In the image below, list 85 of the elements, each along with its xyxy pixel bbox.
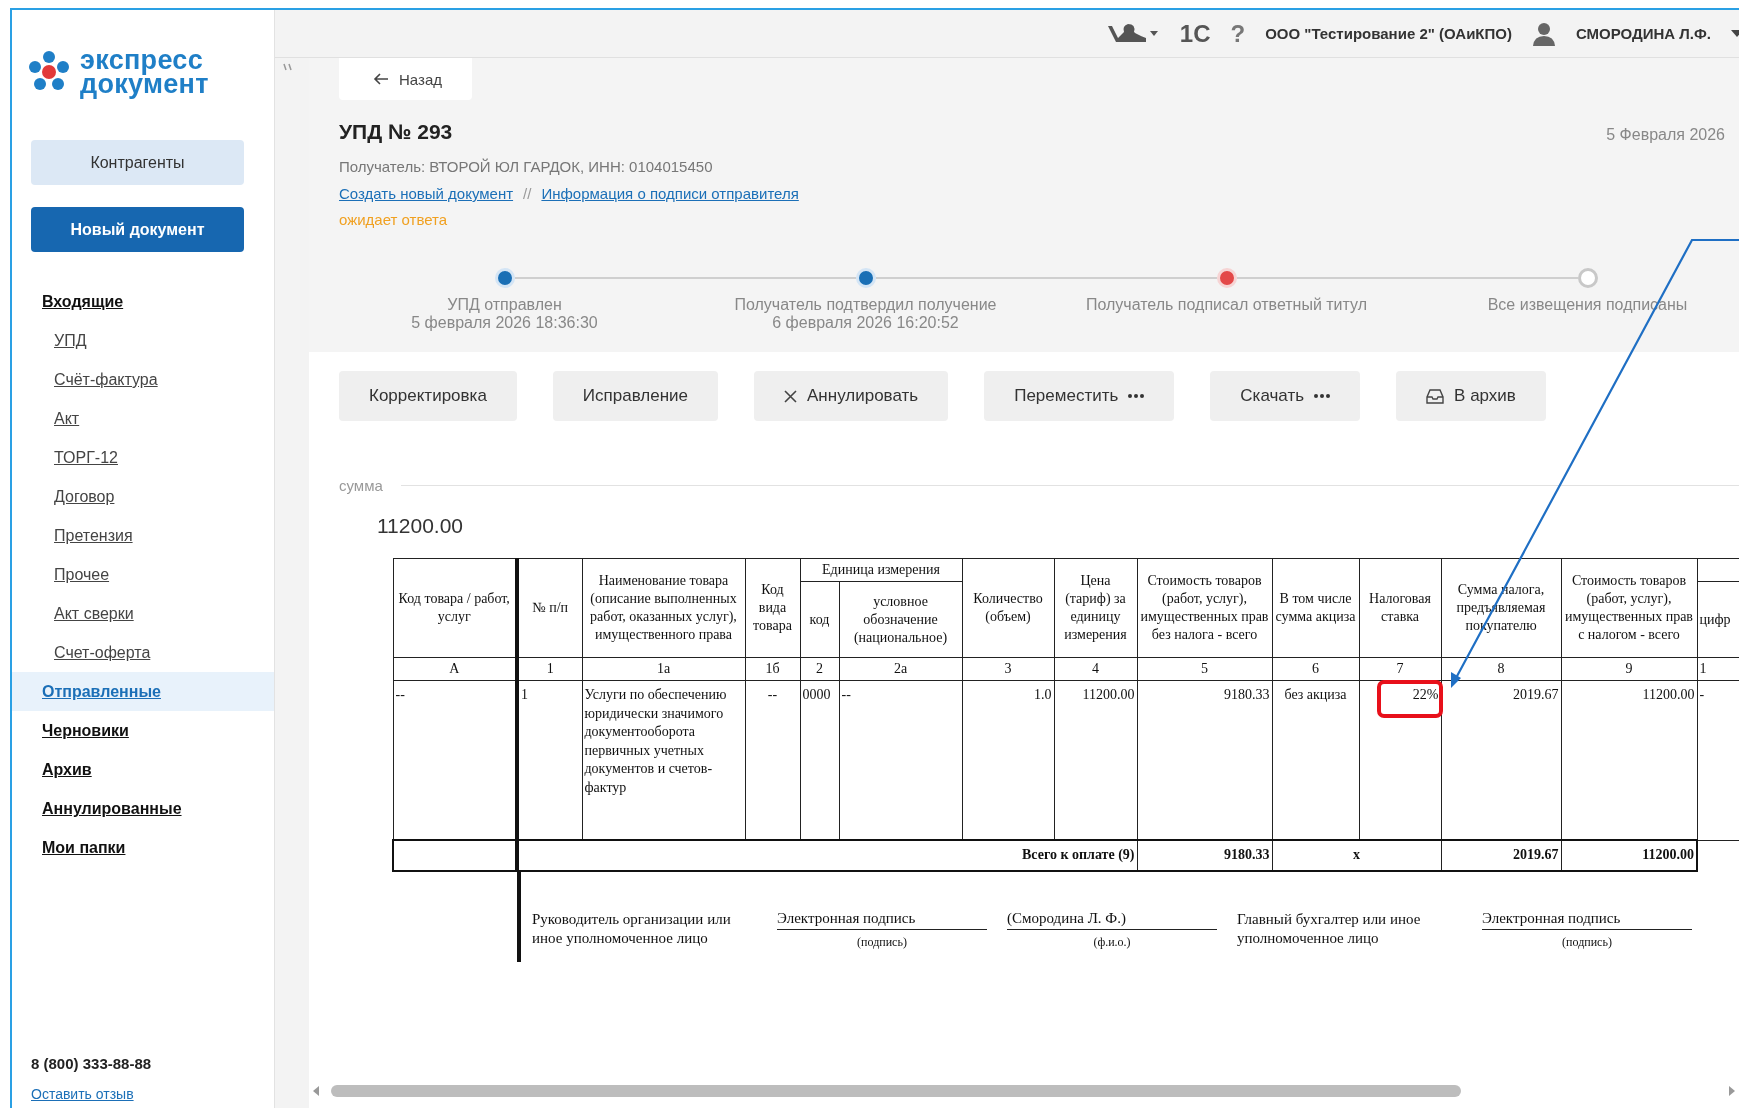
- column-number: 6: [1272, 657, 1359, 681]
- document-date: 5 Февраля 2026: [1606, 126, 1725, 144]
- sidebar-item[interactable]: Акт: [12, 399, 274, 438]
- action-button[interactable]: Аннулировать: [754, 371, 949, 421]
- signature-info-link[interactable]: Информация о подписи отправителя: [541, 185, 799, 202]
- table-header: Стоимость товаров (работ, услуг), имущественных прав с налогом - всего: [1561, 558, 1697, 658]
- sidebar-item[interactable]: Входящие: [12, 282, 274, 321]
- document-title: УПД № 293: [339, 120, 453, 144]
- signature-caption: (подпись): [1562, 934, 1612, 950]
- help-icon[interactable]: ?: [1230, 19, 1246, 48]
- column-number: 9: [1561, 657, 1697, 681]
- table-cell: 2019.67: [1441, 840, 1561, 871]
- phone-number: 8 (800) 333-88-88: [30, 1055, 153, 1072]
- step-label: Получатель подписал ответный титул: [1085, 296, 1368, 314]
- signature-value: Электронная подпись: [1482, 909, 1692, 930]
- signer-role: Руководитель организации или иное уполномоченное лицо: [532, 909, 732, 948]
- signer-name: (Смородина Л. Ф.): [1007, 909, 1217, 930]
- feedback-link[interactable]: Оставить отзыв: [12, 1072, 274, 1108]
- column-number: 7: [1359, 657, 1441, 681]
- action-button[interactable]: Исправление: [552, 371, 719, 421]
- step-label: УПД отправлен: [447, 296, 562, 314]
- step-date: 6 февраля 2026 16:20:52: [772, 314, 959, 332]
- column-number: 1а: [582, 657, 745, 681]
- signature-caption: (подпись): [857, 934, 907, 950]
- column-number: А: [393, 657, 517, 681]
- column-number: 4: [1054, 657, 1137, 681]
- sidebar-item[interactable]: ТОРГ-12: [12, 438, 274, 477]
- organization-name[interactable]: ООО "Тестирование 2" (ОАиКПО): [1265, 25, 1512, 42]
- total-label: Всего к оплате (9): [517, 840, 1137, 871]
- table-header: Единица измерения: [800, 558, 962, 582]
- recipient-text: Получатель: ВТОРОЙ ЮЛ ГАРДОК, ИНН: 0104015450: [339, 158, 714, 175]
- table-cell: --: [839, 680, 962, 840]
- column-number: 1б: [745, 657, 800, 681]
- sidebar-item[interactable]: УПД: [12, 321, 274, 360]
- back-button[interactable]: Назад: [339, 58, 472, 100]
- table-header: В том числе сумма акциза: [1272, 558, 1359, 658]
- table-cell: 1: [517, 680, 582, 840]
- table-cell: 9180.33: [1137, 840, 1272, 871]
- create-document-link[interactable]: Создать новый документ: [339, 185, 514, 202]
- sidebar-item[interactable]: Счёт-фактура: [12, 360, 274, 399]
- sidebar-item[interactable]: Прочее: [12, 555, 274, 594]
- sidebar-item[interactable]: Акт сверки: [12, 594, 274, 633]
- sidebar-item[interactable]: Аннулированные: [12, 789, 274, 828]
- new-document-button[interactable]: Новый документ: [31, 207, 244, 252]
- signer-role: Главный бухгалтер или иное уполномоченное лицо: [1237, 909, 1422, 948]
- step-label: Получатель подтвердил получение: [734, 296, 997, 314]
- sidebar-item[interactable]: Отправленные: [12, 672, 274, 711]
- step-date: 5 февраля 2026 18:36:30: [411, 314, 598, 332]
- column-number: 5: [1137, 657, 1272, 681]
- table-header: Наименование товара (описание выполненных работ, оказанных услуг), имущественного права: [582, 558, 745, 658]
- link-separator: //: [523, 185, 532, 202]
- sidebar-item[interactable]: Договор: [12, 477, 274, 516]
- contractors-button[interactable]: Контрагенты: [31, 140, 244, 185]
- table-cell: 11200.00: [1561, 840, 1697, 871]
- action-button[interactable]: Скачать: [1210, 371, 1361, 421]
- column-number: 1: [517, 657, 582, 681]
- sidebar-item[interactable]: Черновики: [12, 711, 274, 750]
- sidebar-item[interactable]: Счет-оферта: [12, 633, 274, 672]
- action-button[interactable]: Корректировка: [339, 371, 517, 421]
- sidebar-item[interactable]: Претензия: [12, 516, 274, 555]
- table-header: Количество (объем): [962, 558, 1054, 658]
- table-header: Код товара / работ, услуг: [393, 558, 517, 658]
- table-header: Стоимость товаров (работ, услуг), имущественных прав без налога - всего: [1137, 558, 1272, 658]
- sum-value: 11200.00: [377, 514, 465, 538]
- column-number: 2: [800, 657, 839, 681]
- table-cell: x: [1272, 840, 1441, 871]
- table-header: Код вида товара: [745, 558, 800, 658]
- signature-value: Электронная подпись: [777, 909, 987, 930]
- signature-caption: (ф.и.о.): [1093, 934, 1131, 950]
- table-header: Налоговая ставка: [1359, 558, 1441, 658]
- sidebar-item[interactable]: Мои папки: [12, 828, 274, 867]
- user-name[interactable]: СМОРОДИНА Л.Ф.: [1575, 25, 1711, 42]
- table-cell: 0000: [800, 680, 839, 840]
- table-header: код: [800, 581, 839, 658]
- action-button[interactable]: В архив: [1396, 371, 1546, 421]
- status-text: ожидает ответа: [339, 211, 449, 228]
- table-header: № п/п: [517, 558, 582, 658]
- one-c-logo[interactable]: 1С: [1179, 19, 1211, 48]
- sidebar-item[interactable]: Архив: [12, 750, 274, 789]
- table-header: Цена (тариф) за единицу измерения: [1054, 558, 1137, 658]
- column-number: 2а: [839, 657, 962, 681]
- action-button[interactable]: Переместить: [984, 371, 1175, 421]
- column-number: 3: [962, 657, 1054, 681]
- sum-label: сумма: [339, 477, 383, 494]
- table-cell: Услуги по обеспечению юридически значимого документооборота первичных учетных документов и счетов-фактур: [582, 680, 745, 840]
